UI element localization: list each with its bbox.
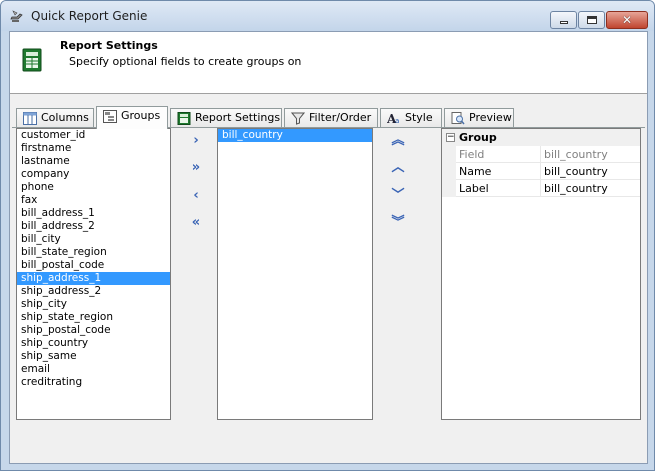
property-name: Label [459,180,541,196]
available-field-item[interactable]: bill_postal_code [17,259,170,272]
groups-panel: customer_id firstname lastname company phone… [12,127,645,459]
available-field-item[interactable]: fax [17,194,170,207]
tab-columns[interactable]: Columns [16,108,94,128]
available-field-item[interactable]: ship_state_region [17,311,170,324]
report-icon [22,48,42,72]
style-icon: Aa [387,112,399,125]
groups-icon [103,110,117,123]
header-title: Report Settings [60,39,158,52]
available-fields-list[interactable]: customer_id firstname lastname company phone… [16,128,171,420]
available-field-item[interactable]: ship_city [17,298,170,311]
property-value-input[interactable]: bill_country [544,163,638,179]
tab-groups[interactable]: Groups [96,106,168,129]
columns-icon [23,112,37,125]
property-row-name[interactable]: Name bill_country [442,163,640,180]
move-to-bottom-button[interactable]: ︾ [388,214,408,232]
report-settings-icon [177,112,191,125]
tab-report-settings[interactable]: Report Settings [170,108,282,128]
close-button[interactable]: ✕ [606,11,648,29]
group-field-item[interactable]: bill_country [218,129,372,142]
close-icon: ✕ [621,13,633,27]
tab-label: Columns [41,111,89,124]
row-gutter [442,163,456,180]
filter-icon [291,112,305,125]
row-gutter [442,180,456,197]
tab-label: Style [405,111,433,124]
available-field-item[interactable]: company [17,168,170,181]
row-gutter [442,146,456,163]
available-field-item[interactable]: bill_address_2 [17,220,170,233]
move-down-button[interactable]: ﹀ [388,187,408,205]
available-field-item[interactable]: ship_postal_code [17,324,170,337]
group-fields-list[interactable]: bill_country [217,128,373,420]
available-field-item[interactable]: ship_address_1 [17,272,170,285]
property-row-field[interactable]: Field bill_country [442,146,640,163]
available-field-item[interactable]: bill_city [17,233,170,246]
add-all-fields-button[interactable]: » [186,159,206,177]
move-up-button[interactable]: ︿ [388,159,408,177]
property-name: Name [459,163,541,179]
wizard-header: Report Settings Specify optional fields … [10,32,647,94]
title-bar[interactable]: Quick Report Genie ✕ [1,1,654,31]
remove-field-button[interactable]: ‹ [186,187,206,205]
minimize-button[interactable] [550,11,577,29]
property-category-group[interactable]: − Group [442,129,640,146]
app-window: Quick Report Genie ✕ Report Settings Spe… [0,0,655,471]
available-field-item[interactable]: firstname [17,142,170,155]
preview-icon [451,112,465,125]
tab-preview[interactable]: Preview [444,108,514,128]
property-category-label: Group [459,131,497,144]
maximize-icon [587,16,597,24]
available-field-item[interactable]: lastname [17,155,170,168]
minimize-icon [560,21,568,24]
add-field-button[interactable]: › [186,132,206,150]
available-field-item[interactable]: ship_country [17,337,170,350]
property-name: Field [459,146,541,162]
available-field-item[interactable]: creditrating [17,376,170,389]
tab-style[interactable]: Aa Style [380,108,442,128]
tab-label: Filter/Order [309,111,372,124]
header-subtitle: Specify optional fields to create groups… [69,55,302,68]
collapse-icon[interactable]: − [446,133,455,142]
tab-label: Preview [469,111,512,124]
svg-text:a: a [395,117,399,125]
remove-all-fields-button[interactable]: « [186,214,206,232]
tab-filter-order[interactable]: Filter/Order [284,108,378,128]
tab-strip: Columns Groups Report Settings Filter/Or… [16,106,636,129]
available-field-item[interactable]: ship_address_2 [17,285,170,298]
tab-label: Groups [121,109,161,122]
property-value: bill_country [544,148,608,161]
move-to-top-button[interactable]: ︽ [388,132,408,150]
property-value-input[interactable]: bill_country [544,180,638,196]
available-field-item[interactable]: customer_id [17,129,170,142]
window-title: Quick Report Genie [31,9,148,23]
available-field-item[interactable]: ship_same [17,350,170,363]
maximize-button[interactable] [578,11,605,29]
available-field-item[interactable]: email [17,363,170,376]
genie-lamp-icon [10,10,23,22]
available-field-item[interactable]: bill_state_region [17,246,170,259]
property-row-label[interactable]: Label bill_country [442,180,640,197]
available-field-item[interactable]: phone [17,181,170,194]
available-field-item[interactable]: bill_address_1 [17,207,170,220]
dialog-client-area: Report Settings Specify optional fields … [9,31,648,464]
tab-label: Report Settings [195,111,281,124]
property-grid: − Group Field bill_country Name bill_cou… [441,128,641,420]
